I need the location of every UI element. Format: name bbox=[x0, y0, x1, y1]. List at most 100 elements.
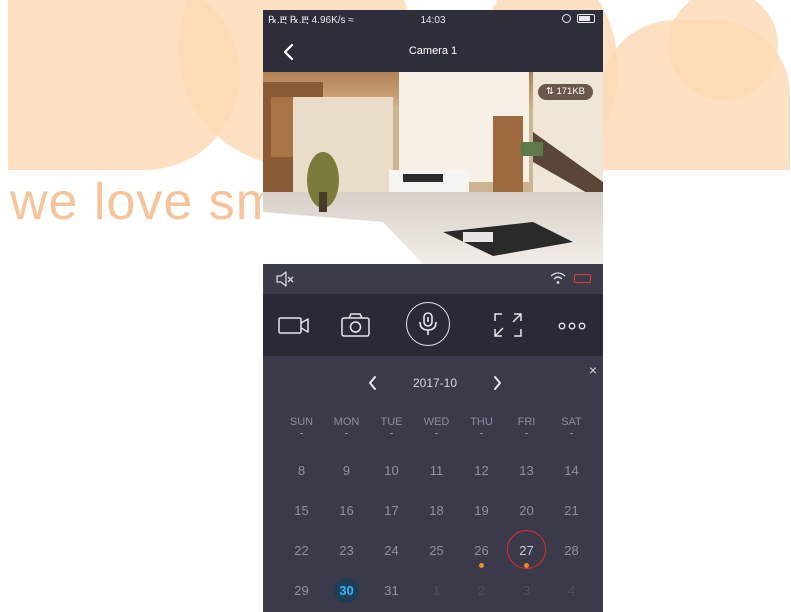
calendar-day[interactable]: 23 bbox=[324, 540, 369, 580]
status-bar: ℞.Ⰱ ℞.Ⰱ 4.96K/s ≈ 14:03 bbox=[263, 10, 603, 32]
calendar-day: 3 bbox=[504, 580, 549, 612]
calendar-day-number: 22 bbox=[294, 543, 309, 558]
calendar-day-number: 16 bbox=[339, 503, 354, 518]
calendar-day[interactable]: 21 bbox=[549, 500, 594, 540]
calendar-day-number: 19 bbox=[474, 503, 489, 518]
record-button[interactable] bbox=[277, 310, 311, 340]
weekday-label: SUN bbox=[279, 416, 324, 434]
camera-feed-image bbox=[263, 72, 603, 264]
calendar-day-number: 21 bbox=[564, 503, 579, 518]
calendar-day-today[interactable]: 30 bbox=[324, 578, 369, 612]
calendar-day[interactable]: 22 bbox=[279, 540, 324, 580]
calendar-day[interactable]: 15 bbox=[279, 500, 324, 540]
weekday-label: THU bbox=[459, 416, 504, 434]
live-video[interactable]: ⇅ 171KB bbox=[263, 72, 603, 264]
bitrate-badge: ⇅ 171KB bbox=[537, 84, 593, 100]
weekday-label: SAT bbox=[549, 416, 594, 434]
calendar-day-number: 31 bbox=[384, 583, 399, 598]
calendar-day-number: 23 bbox=[339, 543, 354, 558]
calendar-day-selected[interactable]: 27 bbox=[504, 530, 549, 580]
calendar-day-number: 2 bbox=[477, 583, 486, 598]
calendar-day[interactable]: 24 bbox=[369, 540, 414, 580]
calendar-day[interactable]: 16 bbox=[324, 500, 369, 540]
calendar-day[interactable]: 9 bbox=[324, 460, 369, 500]
next-month-button[interactable] bbox=[487, 372, 507, 394]
calendar-day[interactable]: 11 bbox=[414, 460, 459, 500]
calendar-day-number: 26 bbox=[474, 543, 489, 558]
more-icon bbox=[558, 322, 586, 330]
calendar-day-number: 25 bbox=[429, 543, 444, 558]
calendar-day-number: 29 bbox=[294, 583, 309, 598]
month-navigation: 2017-10 bbox=[263, 372, 603, 396]
calendar-day-number: 24 bbox=[384, 543, 399, 558]
header: Camera 1 bbox=[263, 32, 603, 72]
weekday-label: WED bbox=[414, 416, 459, 434]
weekday-label: MON bbox=[324, 416, 369, 434]
calendar-day-number: 12 bbox=[474, 463, 489, 478]
calendar-day[interactable]: 10 bbox=[369, 460, 414, 500]
calendar-day[interactable]: 26 bbox=[459, 540, 504, 580]
calendar-day: 2 bbox=[459, 580, 504, 612]
calendar-day-number: 3 bbox=[522, 583, 531, 598]
calendar-day[interactable]: 18 bbox=[414, 500, 459, 540]
video-status-bar bbox=[263, 264, 603, 294]
calendar-day-number: 17 bbox=[384, 503, 399, 518]
talk-button[interactable] bbox=[406, 302, 450, 346]
calendar-week-row: 22 23 24 25 26 27 28 bbox=[279, 530, 594, 580]
status-icons bbox=[562, 14, 595, 23]
speaker-muted-icon[interactable] bbox=[275, 270, 295, 288]
chevron-left-icon bbox=[369, 376, 376, 390]
calendar-day[interactable]: 28 bbox=[549, 540, 594, 580]
control-toolbar bbox=[263, 294, 603, 356]
calendar-day-number: 10 bbox=[384, 463, 399, 478]
calendar-day-number: 4 bbox=[567, 583, 576, 598]
recording-dot bbox=[479, 563, 484, 568]
alarm-icon bbox=[562, 14, 571, 23]
calendar-day[interactable]: 12 bbox=[459, 460, 504, 500]
calendar-day-number: 18 bbox=[429, 503, 444, 518]
weekday-label: TUE bbox=[369, 416, 414, 434]
calendar-day-number: 9 bbox=[342, 463, 351, 478]
bitrate-value: 171KB bbox=[556, 86, 585, 97]
calendar-grid: 8 9 10 11 12 13 14 15 16 17 18 19 20 21 22 23 24 25 26 27 28… bbox=[279, 460, 594, 612]
calendar-day: 4 bbox=[549, 580, 594, 612]
calendar-day[interactable]: 8 bbox=[279, 460, 324, 500]
calendar-day[interactable]: 19 bbox=[459, 500, 504, 540]
wifi-icon bbox=[549, 270, 567, 286]
page-title: Camera 1 bbox=[408, 45, 458, 57]
weekday-label: FRI bbox=[504, 416, 549, 434]
playback-calendar: × 2017-10 SUN MON TUE WED THU FRI SAT 8 bbox=[263, 356, 603, 612]
calendar-day-number: 13 bbox=[519, 463, 534, 478]
calendar-week-row: 29 30 31 1 2 3 4 bbox=[279, 578, 594, 612]
calendar-day[interactable]: 29 bbox=[279, 580, 324, 612]
calendar-week-row: 8 9 10 11 12 13 14 bbox=[279, 460, 594, 500]
calendar-day: 1 bbox=[414, 580, 459, 612]
arrows-updown-icon: ⇅ bbox=[545, 86, 554, 97]
calendar-day-number: 15 bbox=[294, 503, 309, 518]
chevron-right-icon bbox=[494, 376, 501, 390]
calendar-day-number: 28 bbox=[564, 543, 579, 558]
video-camera-icon bbox=[278, 317, 309, 334]
calendar-day[interactable]: 31 bbox=[369, 580, 414, 612]
calendar-day[interactable]: 17 bbox=[369, 500, 414, 540]
calendar-day-number: 8 bbox=[297, 463, 306, 478]
expand-icon bbox=[494, 313, 522, 337]
prev-month-button[interactable] bbox=[363, 372, 383, 394]
calendar-day-number: 1 bbox=[432, 583, 441, 598]
calendar-day[interactable]: 25 bbox=[414, 540, 459, 580]
weekday-header: SUN MON TUE WED THU FRI SAT bbox=[279, 416, 594, 434]
calendar-day-number: 11 bbox=[429, 463, 444, 478]
microphone-icon bbox=[419, 312, 437, 335]
fullscreen-button[interactable] bbox=[491, 310, 525, 340]
snapshot-button[interactable] bbox=[339, 310, 373, 340]
status-time: 14:03 bbox=[420, 15, 446, 26]
calendar-day-number: 27 bbox=[519, 543, 534, 558]
camera-icon bbox=[341, 313, 370, 337]
calendar-day-number: 14 bbox=[564, 463, 579, 478]
battery-low-icon bbox=[574, 274, 591, 283]
calendar-day-number: 20 bbox=[519, 503, 534, 518]
calendar-day[interactable]: 14 bbox=[549, 460, 594, 500]
month-label: 2017-10 bbox=[412, 376, 458, 390]
calendar-day[interactable]: 13 bbox=[504, 460, 549, 500]
more-button[interactable] bbox=[555, 310, 589, 340]
